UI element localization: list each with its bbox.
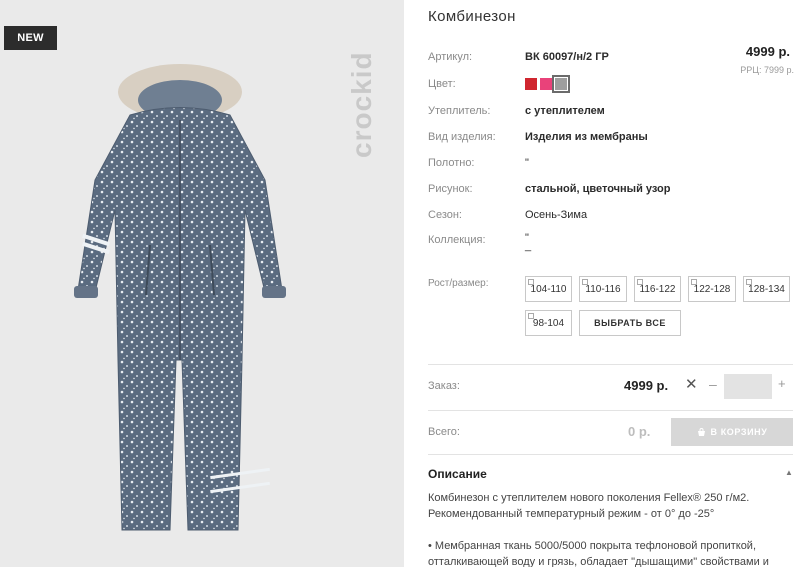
attr-value: Изделия из мембраны (525, 131, 648, 143)
select-all-sizes-button[interactable]: ВЫБРАТЬ ВСЕ (579, 310, 681, 336)
add-to-cart-button[interactable]: В КОРЗИНУ (671, 418, 793, 446)
size-label: 116-122 (639, 283, 676, 295)
description-paragraph: Комбинезон с утеплителем нового поколени… (428, 492, 750, 520)
product-price: 4999 р. (745, 44, 790, 59)
color-swatches (525, 75, 570, 93)
cart-button-label: В КОРЗИНУ (710, 427, 768, 437)
size-label: 104-110 (530, 283, 567, 295)
attr-label: Вид изделия: (428, 131, 496, 143)
size-label: 122-128 (693, 283, 731, 295)
color-swatch-red[interactable] (525, 78, 537, 90)
attr-collection: Коллекция: " _ (428, 232, 532, 256)
attr-label: Сезон: (428, 209, 462, 221)
size-option[interactable]: 110-116 (579, 276, 627, 302)
order-price: 4999 р. (624, 378, 669, 393)
attr-season: Сезон: Осень-Зима (428, 207, 587, 223)
checkbox-icon (746, 279, 752, 285)
attr-label: Артикул: (428, 51, 473, 63)
attr-fabric: Полотно: " (428, 155, 529, 171)
minus-icon[interactable]: – (709, 376, 717, 392)
attr-sizes: Рост/размер: (428, 275, 525, 291)
color-swatch-pink[interactable] (540, 78, 552, 90)
divider (428, 364, 793, 365)
description-text: Комбинезон с утеплителем нового поколени… (428, 490, 790, 567)
attr-value: " (525, 157, 529, 169)
recommended-price: РРЦ: 7999 р. (740, 65, 794, 75)
attr-article: Артикул: ВК 60097/н/2 ГР (428, 49, 609, 65)
checkbox-icon (582, 279, 588, 285)
attr-label: Утеплитель: (428, 105, 491, 117)
attr-value: " _ (525, 232, 532, 252)
size-option[interactable]: 122-128 (688, 276, 736, 302)
description-title[interactable]: Описание (428, 467, 487, 481)
total-value: 0 р. (628, 424, 651, 439)
attr-value: стальной, цветочный узор (525, 183, 671, 195)
product-photo[interactable]: NEW crockid (0, 0, 404, 567)
jumpsuit-illustration (74, 64, 286, 531)
size-label: 98-104 (532, 317, 565, 329)
size-option[interactable]: 128-134 (743, 276, 790, 302)
size-option[interactable]: 104-110 (525, 276, 572, 302)
attr-product-type: Вид изделия: Изделия из мембраны (428, 129, 648, 145)
attr-label: Рисунок: (428, 183, 473, 195)
brand-watermark: crockid (346, 51, 377, 158)
checkbox-icon (528, 313, 534, 319)
quantity-input[interactable] (724, 374, 772, 399)
attr-label: Полотно: (428, 157, 475, 169)
divider (428, 410, 793, 411)
checkbox-icon (637, 279, 643, 285)
sizes-label: Рост/размер: (428, 277, 489, 289)
attr-pattern: Рисунок: стальной, цветочный узор (428, 181, 671, 197)
checkbox-icon (691, 279, 697, 285)
attr-value: ВК 60097/н/2 ГР (525, 51, 609, 63)
divider (428, 454, 793, 455)
description-paragraph: • Мембранная ткань 5000/5000 покрыта теф… (428, 540, 769, 567)
close-icon[interactable]: ✕ (685, 375, 698, 393)
cart-icon (697, 427, 705, 436)
attr-color: Цвет: (428, 75, 570, 93)
product-title: Комбинезон (428, 8, 516, 25)
order-label: Заказ: (428, 380, 460, 392)
attr-value: с утеплителем (525, 105, 605, 117)
checkbox-icon (528, 279, 534, 285)
size-label: 128-134 (748, 283, 785, 295)
attr-value: Осень-Зима (525, 209, 588, 221)
product-details: Комбинезон 4999 р. РРЦ: 7999 р. Артикул:… (428, 0, 800, 567)
size-label: 110-116 (585, 283, 621, 295)
size-option[interactable]: 98-104 (525, 310, 572, 336)
color-swatch-grey[interactable] (552, 75, 570, 93)
attr-label: Цвет: (428, 78, 456, 90)
attr-insulation: Утеплитель: с утеплителем (428, 103, 605, 119)
plus-icon[interactable]: + (778, 376, 786, 391)
total-label: Всего: (428, 426, 460, 438)
size-option[interactable]: 116-122 (634, 276, 681, 302)
chevron-up-icon[interactable]: ▲ (785, 468, 793, 477)
new-badge: NEW (4, 26, 57, 50)
attr-label: Коллекция: (428, 234, 486, 246)
